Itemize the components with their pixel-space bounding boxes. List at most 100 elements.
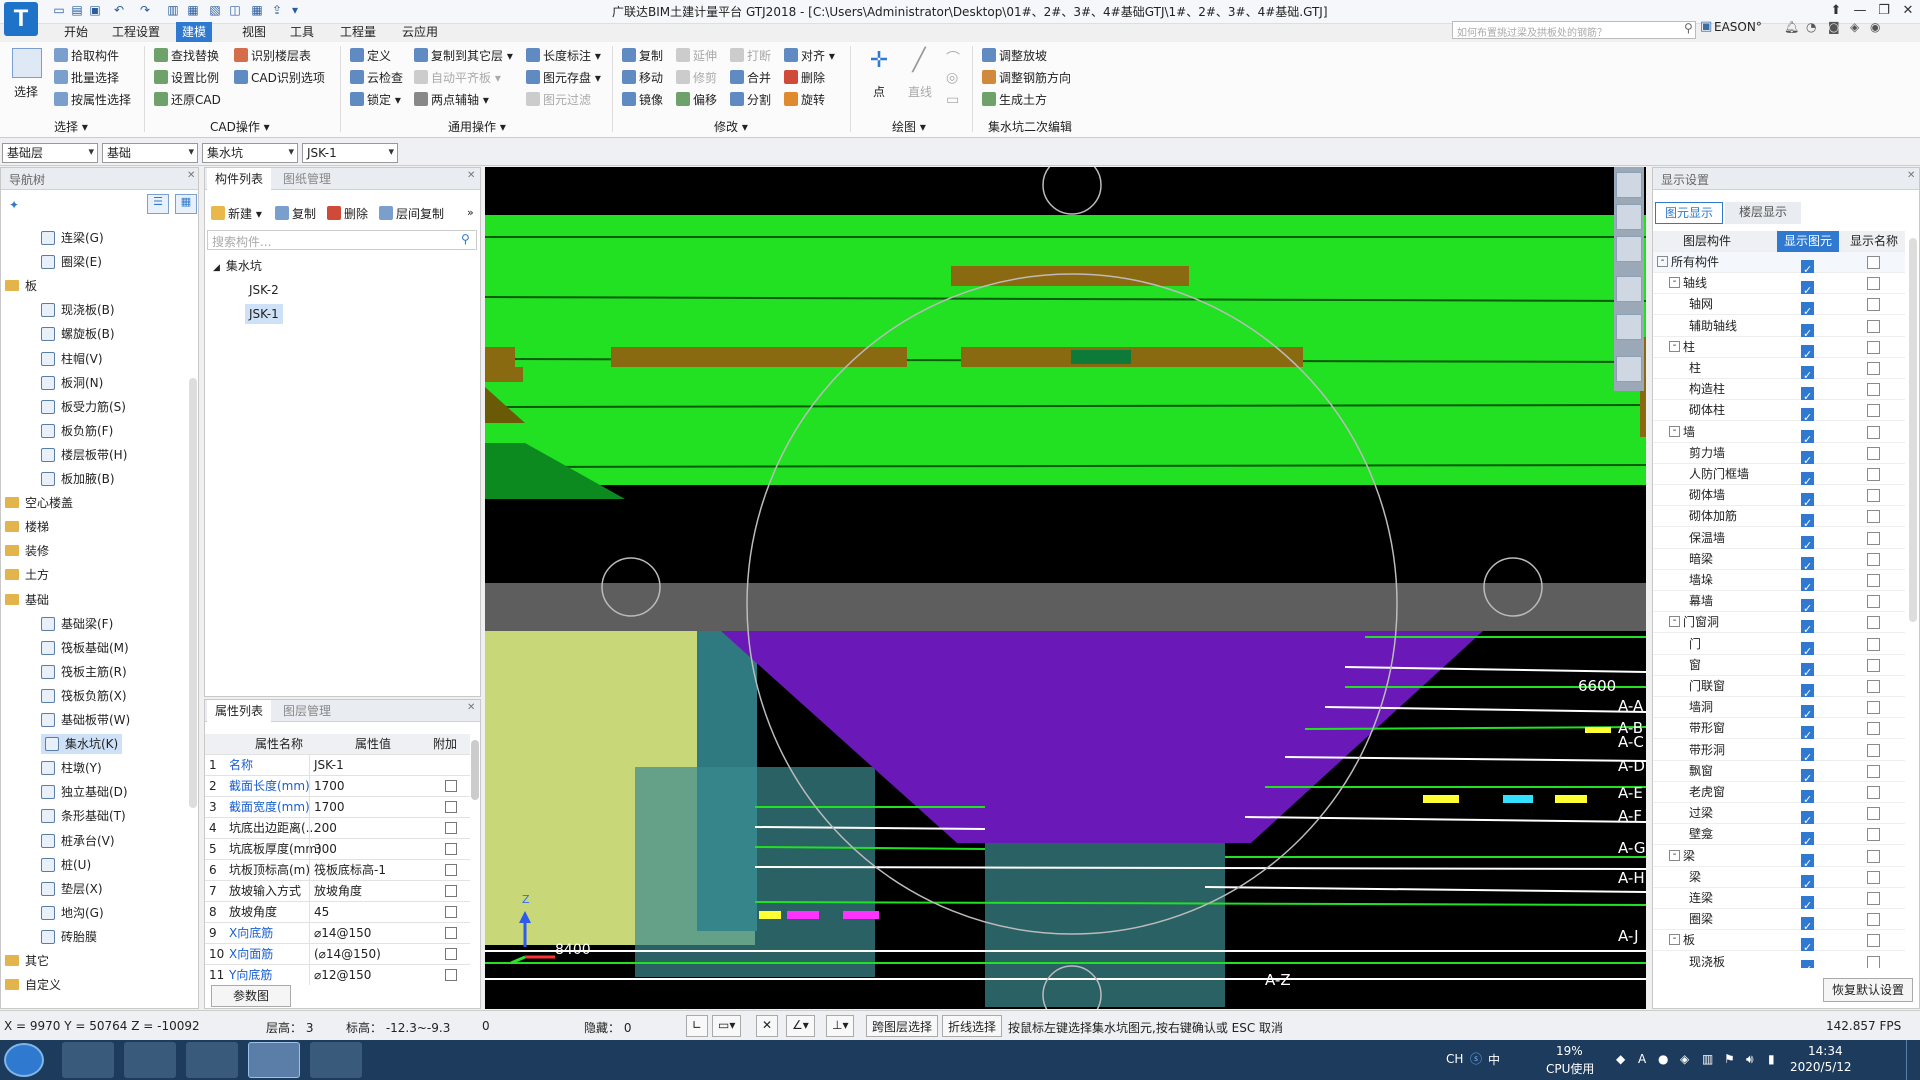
show-name-checkbox[interactable] xyxy=(1867,658,1880,672)
show-element-checkbox[interactable] xyxy=(1801,577,1814,598)
language-indicator[interactable]: CH xyxy=(1446,1052,1463,1066)
copy-to-floor-button[interactable]: 复制到其它层 ▾ xyxy=(414,46,513,66)
search-icon[interactable]: ⚲ xyxy=(461,232,470,246)
minimize-button[interactable]: — xyxy=(1850,0,1870,22)
show-name-checkbox[interactable] xyxy=(1867,637,1880,651)
nav-item[interactable]: 楼梯 xyxy=(5,517,49,537)
nav-item[interactable]: 独立基础(D) xyxy=(41,782,128,802)
show-element-checkbox[interactable] xyxy=(1801,874,1814,895)
close-button[interactable]: ✕ xyxy=(1898,0,1918,22)
cad-app-icon[interactable] xyxy=(124,1042,176,1078)
collapse-toggle-icon[interactable]: - xyxy=(1669,340,1680,352)
3d-view-icon[interactable] xyxy=(1616,236,1642,262)
grid-view-icon[interactable]: ▦ xyxy=(175,194,197,214)
nav-item[interactable]: 板受力筋(S) xyxy=(41,397,126,417)
adjust-rebar-button[interactable]: 调整钢筋方向 xyxy=(982,68,1071,88)
two-point-axis-button[interactable]: 两点辅轴 ▾ xyxy=(414,90,489,110)
extra-checkbox[interactable] xyxy=(445,780,457,792)
nav-item[interactable]: 装修 xyxy=(5,541,49,561)
show-name-checkbox[interactable] xyxy=(1867,383,1880,397)
cloud-check-button[interactable]: 云检查 xyxy=(350,68,403,88)
delete-button[interactable]: 删除 xyxy=(784,68,825,88)
network-icon[interactable]: ▥ xyxy=(1702,1052,1713,1066)
show-element-checkbox[interactable] xyxy=(1801,641,1814,662)
nav-item[interactable]: 基础板带(W) xyxy=(41,710,130,730)
nav-item[interactable]: 圈梁(E) xyxy=(41,252,102,272)
show-name-checkbox[interactable] xyxy=(1867,701,1880,715)
show-element-checkbox[interactable] xyxy=(1801,895,1814,916)
nav-item[interactable]: 柱墩(Y) xyxy=(41,758,102,778)
collapse-toggle-icon[interactable]: - xyxy=(1669,849,1680,861)
restore-button[interactable]: ❐ xyxy=(1874,0,1894,22)
close-icon[interactable]: ✕ xyxy=(1907,170,1915,181)
show-element-checkbox[interactable] xyxy=(1801,768,1814,789)
extra-checkbox[interactable] xyxy=(445,927,457,939)
show-name-checkbox[interactable] xyxy=(1867,552,1880,566)
gtj-app-icon[interactable] xyxy=(248,1042,300,1078)
extend-button[interactable]: 延伸 xyxy=(676,46,717,66)
chat-icon[interactable]: ◔ xyxy=(1806,20,1816,34)
show-element-checkbox[interactable] xyxy=(1801,450,1814,471)
nav-item[interactable]: 空心楼盖 xyxy=(5,493,73,513)
show-element-checkbox[interactable] xyxy=(1801,831,1814,852)
menu-view[interactable]: 视图 xyxy=(236,22,272,42)
rotate-view-icon[interactable] xyxy=(1616,314,1642,340)
show-element-checkbox[interactable] xyxy=(1801,916,1814,937)
nav-item[interactable]: 现浇板(B) xyxy=(41,300,115,320)
point-button[interactable]: 点 xyxy=(873,82,885,102)
nav-item[interactable]: 桩(U) xyxy=(41,855,91,875)
property-row[interactable]: 4 坑底出边距离(... 200 xyxy=(205,818,470,839)
extra-checkbox[interactable] xyxy=(445,969,457,981)
property-value[interactable]: JSK-1 xyxy=(309,755,387,775)
floor-copy-button[interactable]: 层间复制 xyxy=(379,204,444,224)
property-row[interactable]: 8 放坡角度 45 xyxy=(205,902,470,923)
offset-button[interactable]: 偏移 xyxy=(676,90,717,110)
bell-icon[interactable]: 🔔︎ xyxy=(1784,20,1799,34)
nav-scrollbar[interactable] xyxy=(189,378,197,808)
property-value[interactable]: 筏板底标高-1 xyxy=(309,860,387,880)
user-name[interactable]: EASON° xyxy=(1714,20,1762,34)
tab-floor-display[interactable]: 楼层显示 xyxy=(1725,202,1801,224)
extra-checkbox[interactable] xyxy=(445,801,457,813)
show-name-checkbox[interactable] xyxy=(1867,722,1880,736)
type-select[interactable]: 集水坑 xyxy=(202,143,298,163)
dropdown-icon[interactable]: ▾ xyxy=(288,3,302,17)
length-dim-button[interactable]: 长度标注 ▾ xyxy=(526,46,601,66)
show-name-checkbox[interactable] xyxy=(1867,446,1880,460)
new-component-button[interactable]: 新建 ▾ xyxy=(211,204,262,224)
show-name-checkbox[interactable] xyxy=(1867,298,1880,312)
pick-component-button[interactable]: 拾取构件 xyxy=(54,46,119,66)
redo-icon[interactable]: ↷ xyxy=(138,3,152,17)
show-name-checkbox[interactable] xyxy=(1867,362,1880,375)
menu-project-settings[interactable]: 工程设置 xyxy=(106,22,166,42)
layout-icon[interactable]: ▧ xyxy=(208,3,222,17)
delete-component-button[interactable]: 删除 xyxy=(327,204,368,224)
mirror-button[interactable]: 镜像 xyxy=(622,90,663,110)
show-element-checkbox[interactable] xyxy=(1801,937,1814,958)
show-element-checkbox[interactable] xyxy=(1801,598,1814,619)
grid-icon[interactable]: ▦ xyxy=(186,3,200,17)
extra-checkbox[interactable] xyxy=(445,885,457,897)
show-element-checkbox[interactable] xyxy=(1801,535,1814,556)
nav-item[interactable]: 集水坑(K) xyxy=(41,734,123,755)
show-name-checkbox[interactable] xyxy=(1867,892,1880,905)
browser-icon[interactable] xyxy=(310,1042,362,1078)
table-view-icon[interactable] xyxy=(1616,356,1642,382)
select-cursor-icon[interactable] xyxy=(12,48,42,78)
nav-item[interactable]: 楼层板带(H) xyxy=(41,445,127,465)
nav-item[interactable]: 垫层(X) xyxy=(41,879,103,899)
set-scale-button[interactable]: 设置比例 xyxy=(154,68,219,88)
property-value[interactable]: ⌀12@150 xyxy=(309,965,387,985)
define-button[interactable]: 定义 xyxy=(350,46,391,66)
show-name-checkbox[interactable] xyxy=(1867,849,1880,863)
show-element-checkbox[interactable] xyxy=(1801,492,1814,513)
property-value[interactable]: 300 xyxy=(309,839,387,859)
tab-component-list[interactable]: 构件列表 xyxy=(207,168,272,190)
show-element-checkbox[interactable] xyxy=(1801,344,1814,365)
close-icon[interactable]: ✕ xyxy=(467,170,475,181)
clock-time[interactable]: 14:34 xyxy=(1808,1044,1843,1058)
tab-property-list[interactable]: 属性列表 xyxy=(207,700,272,722)
rect-icon[interactable]: ▭ xyxy=(946,92,959,108)
property-value[interactable]: 放坡角度 xyxy=(309,881,387,901)
nav-item[interactable]: 筏板基础(M) xyxy=(41,638,129,658)
